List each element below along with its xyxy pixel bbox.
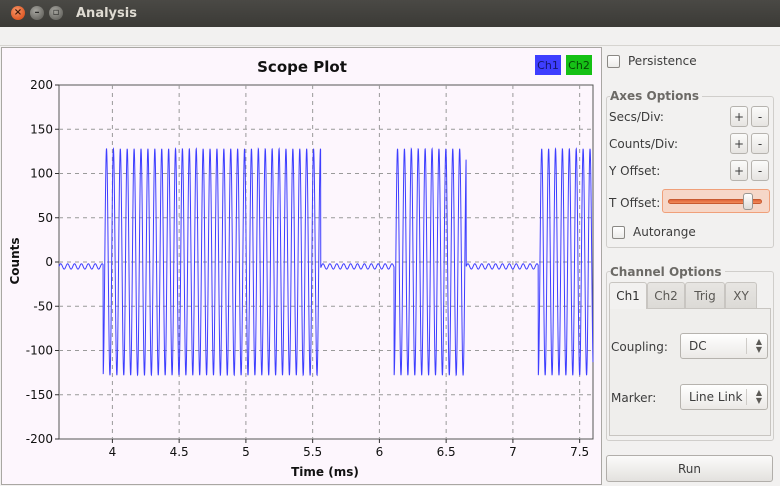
secs-div-plus-button[interactable]: + (730, 106, 748, 127)
menu-strip (0, 27, 780, 46)
persistence-checkbox-row[interactable]: Persistence (607, 54, 697, 68)
tab-ch2[interactable]: Ch2 (647, 282, 685, 308)
autorange-checkbox-row[interactable]: Autorange (612, 225, 696, 239)
y-axis-label: Counts (8, 237, 22, 284)
channel-options-title: Channel Options (610, 265, 725, 279)
marker-value: Line Link (689, 390, 743, 404)
x-tick-label: 7 (509, 445, 517, 459)
updown-arrows-icon: ▲ ▼ (755, 388, 762, 405)
y-tick-label: -50 (33, 299, 53, 313)
x-tick-label: 5.5 (303, 445, 322, 459)
coupling-select[interactable]: DC ▲ ▼ (680, 333, 768, 359)
y-tick-label: 0 (45, 255, 53, 269)
tab-ch1[interactable]: Ch1 (609, 282, 647, 309)
x-tick-label: 6.5 (437, 445, 456, 459)
maximize-window-button[interactable]: ▫ (49, 6, 63, 20)
y-tick-label: 50 (38, 211, 53, 225)
tab-xy[interactable]: XY (725, 282, 757, 308)
run-button[interactable]: Run (606, 455, 773, 482)
legend-ch1: Ch1 (535, 55, 561, 75)
t-offset-slider-handle[interactable] (743, 193, 753, 210)
channel-tab-panel (609, 308, 771, 436)
x-tick-label: 5 (242, 445, 250, 459)
counts-div-plus-button[interactable]: + (730, 133, 748, 154)
y-tick-label: -100 (26, 344, 53, 358)
tab-trig[interactable]: Trig (685, 282, 725, 308)
y-tick-label: -200 (26, 432, 53, 446)
updown-arrows-icon: ▲ ▼ (755, 337, 762, 354)
marker-label: Marker: (611, 391, 657, 405)
y-offset-minus-button[interactable]: - (751, 160, 769, 181)
x-tick-label: 4.5 (170, 445, 189, 459)
autorange-label: Autorange (633, 225, 696, 239)
legend-ch2: Ch2 (566, 55, 592, 75)
y-tick-label: 200 (30, 78, 53, 92)
persistence-label: Persistence (628, 54, 697, 68)
x-tick-label: 7.5 (570, 445, 589, 459)
y-tick-label: 150 (30, 122, 53, 136)
secs-div-minus-button[interactable]: - (751, 106, 769, 127)
coupling-value: DC (689, 339, 707, 353)
plot-canvas: Scope Plot Time (ms) Counts 200 150 100 50 0… (8, 58, 594, 479)
y-tick-label: 100 (30, 167, 53, 181)
secs-div-label: Secs/Div: (609, 110, 664, 124)
close-window-button[interactable]: × (11, 6, 25, 20)
minimize-window-button[interactable]: – (30, 6, 44, 20)
window-title: Analysis (76, 6, 137, 21)
persistence-checkbox[interactable] (607, 54, 620, 68)
axes-options-title: Axes Options (610, 89, 703, 103)
coupling-label: Coupling: (611, 340, 668, 354)
t-offset-label: T Offset: (609, 196, 661, 210)
y-offset-plus-button[interactable]: + (730, 160, 748, 181)
x-tick-label: 4 (109, 445, 117, 459)
x-axis-label: Time (ms) (291, 465, 359, 479)
t-offset-slider[interactable] (662, 189, 770, 213)
x-tick-label: 6 (376, 445, 384, 459)
marker-select[interactable]: Line Link ▲ ▼ (680, 384, 768, 410)
y-tick-label: -150 (26, 388, 53, 402)
title-bar: × – ▫ Analysis (0, 0, 780, 27)
counts-div-minus-button[interactable]: - (751, 133, 769, 154)
y-offset-label: Y Offset: (609, 164, 661, 178)
scope-plot[interactable]: Scope Plot Time (ms) Counts 200 150 100 50 0… (1, 47, 602, 485)
chart-title: Scope Plot (257, 58, 347, 76)
autorange-checkbox[interactable] (612, 225, 625, 239)
counts-div-label: Counts/Div: (609, 137, 678, 151)
